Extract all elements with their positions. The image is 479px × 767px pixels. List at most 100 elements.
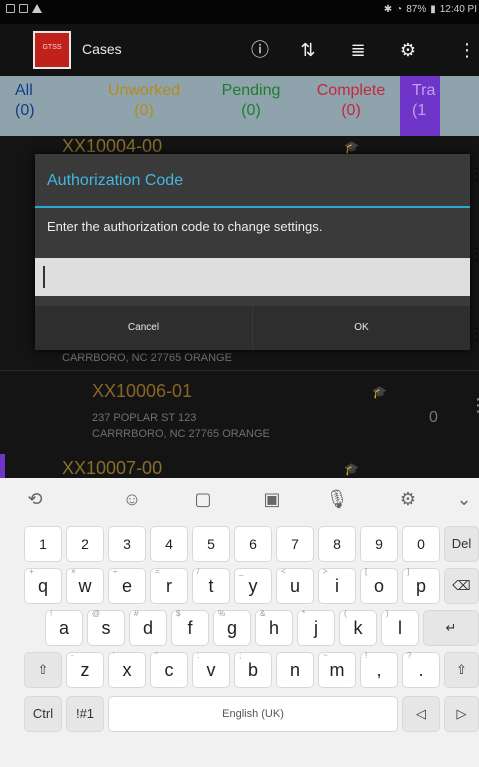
translate-icon[interactable]: ⟲: [20, 486, 50, 512]
tab-complete-count: (0): [341, 102, 361, 119]
status-tabs: All (0) Unworked (0) Pending (0) Complet…: [0, 76, 479, 136]
key[interactable]: / t: [192, 567, 230, 604]
key[interactable]: [o: [360, 567, 398, 604]
authorization-dialog: Authorization Code Enter the authorizati…: [35, 154, 470, 350]
key[interactable]: @ s: [87, 609, 125, 646]
key[interactable]: ' x: [108, 651, 146, 688]
on-screen-keyboard: ⟲ ☺ ▢ ▣ 🎙 ⚙ ⌄ 1 2 3 4 5 6 7 8 9 0 Del + q…: [0, 478, 479, 767]
info-icon[interactable]: ⓘ: [248, 38, 272, 62]
database-icon[interactable]: ≣: [346, 38, 370, 62]
key[interactable]: -z: [66, 651, 104, 688]
app-bar: GTSS Cases ⓘ ⇅ ≣ ⚙ ⋮: [0, 24, 479, 76]
row-divider: [0, 370, 479, 371]
image-icon: [19, 4, 28, 13]
tab-all-count: (0): [15, 102, 35, 119]
row-menu-icon[interactable]: ⋮: [469, 324, 479, 344]
app-logo: GTSS: [33, 31, 71, 69]
tab-complete-label: Complete: [316, 82, 386, 99]
delete-key[interactable]: Del: [444, 526, 479, 562]
shift-icon[interactable]: ⇧: [24, 652, 62, 688]
key[interactable]: 5: [192, 526, 230, 562]
page-title: Cases: [82, 41, 122, 57]
key[interactable]: ) l: [381, 609, 419, 646]
tab-all[interactable]: All (0): [0, 76, 88, 136]
key[interactable]: !,: [360, 651, 398, 688]
key[interactable]: & h: [255, 609, 293, 646]
key[interactable]: 3: [108, 526, 146, 562]
key[interactable]: ?.: [402, 651, 440, 688]
cursor-left-icon[interactable]: ◁: [402, 696, 440, 732]
status-bar: ✱ ◔ 87% ▮ 12:40 PI: [0, 0, 479, 24]
key[interactable]: + q: [24, 567, 62, 604]
keyboard-settings-icon[interactable]: ⚙: [393, 486, 423, 512]
key[interactable]: 4: [150, 526, 188, 562]
dialog-title: Authorization Code: [47, 172, 184, 189]
tab-pending[interactable]: Pending (0): [200, 76, 302, 136]
key[interactable]: ] p: [402, 567, 440, 604]
dialog-message: Enter the authorization code to change s…: [47, 219, 323, 234]
tab-complete[interactable]: Complete (0): [302, 76, 400, 136]
list-item[interactable]: XX10006-01 🎓 237 POPLAR ST 123 CARRRBORO…: [0, 372, 479, 454]
row-menu-icon[interactable]: ⋮: [469, 244, 479, 264]
key[interactable]: 0: [402, 526, 440, 562]
spacebar[interactable]: English (UK): [108, 696, 398, 732]
key[interactable]: :v: [192, 651, 230, 688]
cursor-right-icon[interactable]: ▷: [444, 696, 479, 732]
text-cursor: [43, 266, 45, 288]
screen: ✱ ◔ 87% ▮ 12:40 PI GTSS Cases ⓘ ⇅ ≣ ⚙ ⋮ …: [0, 0, 479, 767]
emoji-icon[interactable]: ☺: [117, 486, 147, 512]
gif-icon[interactable]: ▣: [257, 486, 287, 512]
graduation-cap-icon: 🎓: [344, 140, 359, 154]
key[interactable]: ; b: [234, 651, 272, 688]
list-item[interactable]: XX10007-00 🎓: [0, 456, 479, 478]
key[interactable]: * j: [297, 609, 335, 646]
tab-transfer[interactable]: Tra (1: [400, 76, 440, 136]
battery-level: 87%: [406, 4, 427, 15]
ctrl-key[interactable]: Ctrl: [24, 696, 62, 732]
key[interactable]: 1: [24, 526, 62, 562]
symbols-key[interactable]: !#1: [66, 696, 104, 732]
key[interactable]: 9: [360, 526, 398, 562]
case-code: XX10006-01: [92, 381, 193, 401]
key[interactable]: ÷ e: [108, 567, 146, 604]
row-menu-icon[interactable]: ⋮: [469, 396, 479, 414]
key[interactable]: 2: [66, 526, 104, 562]
sticker-icon[interactable]: ▢: [188, 486, 218, 512]
case-address-city: CARRRBORO, NC 27765 ORANGE: [92, 428, 270, 440]
key[interactable]: 8: [318, 526, 356, 562]
key[interactable]: > i: [318, 567, 356, 604]
key[interactable]: ~ m: [318, 651, 356, 688]
tab-unworked[interactable]: Unworked (0): [88, 76, 200, 136]
backspace-icon[interactable]: ⌫: [444, 568, 479, 604]
key[interactable]: # d: [129, 609, 167, 646]
ok-button[interactable]: OK: [253, 306, 470, 350]
dialog-title-divider: [35, 206, 470, 208]
key[interactable]: " c: [150, 651, 188, 688]
graduation-cap-icon: 🎓: [344, 462, 359, 476]
bluetooth-icon: ✱: [383, 4, 393, 15]
key[interactable]: = r: [150, 567, 188, 604]
enter-icon[interactable]: ↵: [423, 610, 479, 646]
list-item[interactable]: XX10004-00 🎓: [0, 136, 479, 156]
tab-all-label: All: [15, 82, 33, 99]
key[interactable]: n: [276, 652, 314, 688]
key[interactable]: $ f: [171, 609, 209, 646]
row-menu-icon[interactable]: ⋮: [469, 164, 479, 184]
key[interactable]: ! a: [45, 609, 83, 646]
cancel-button[interactable]: Cancel: [35, 306, 252, 350]
shift-icon[interactable]: ⇧: [444, 652, 479, 688]
key[interactable]: 7: [276, 526, 314, 562]
key[interactable]: × w: [66, 567, 104, 604]
sort-icon[interactable]: ⇅: [296, 38, 320, 62]
microphone-icon[interactable]: 🎙: [322, 486, 352, 512]
key[interactable]: (k: [339, 609, 377, 646]
settings-gear-icon[interactable]: ⚙: [396, 38, 420, 62]
key[interactable]: _ y: [234, 567, 272, 604]
overflow-menu-icon[interactable]: ⋮: [455, 38, 479, 62]
key[interactable]: < u: [276, 567, 314, 604]
key[interactable]: 6: [234, 526, 272, 562]
key[interactable]: % g: [213, 609, 251, 646]
wifi-icon: ◔: [396, 4, 403, 15]
authorization-code-input[interactable]: [35, 258, 470, 296]
collapse-keyboard-icon[interactable]: ⌄: [449, 486, 479, 512]
